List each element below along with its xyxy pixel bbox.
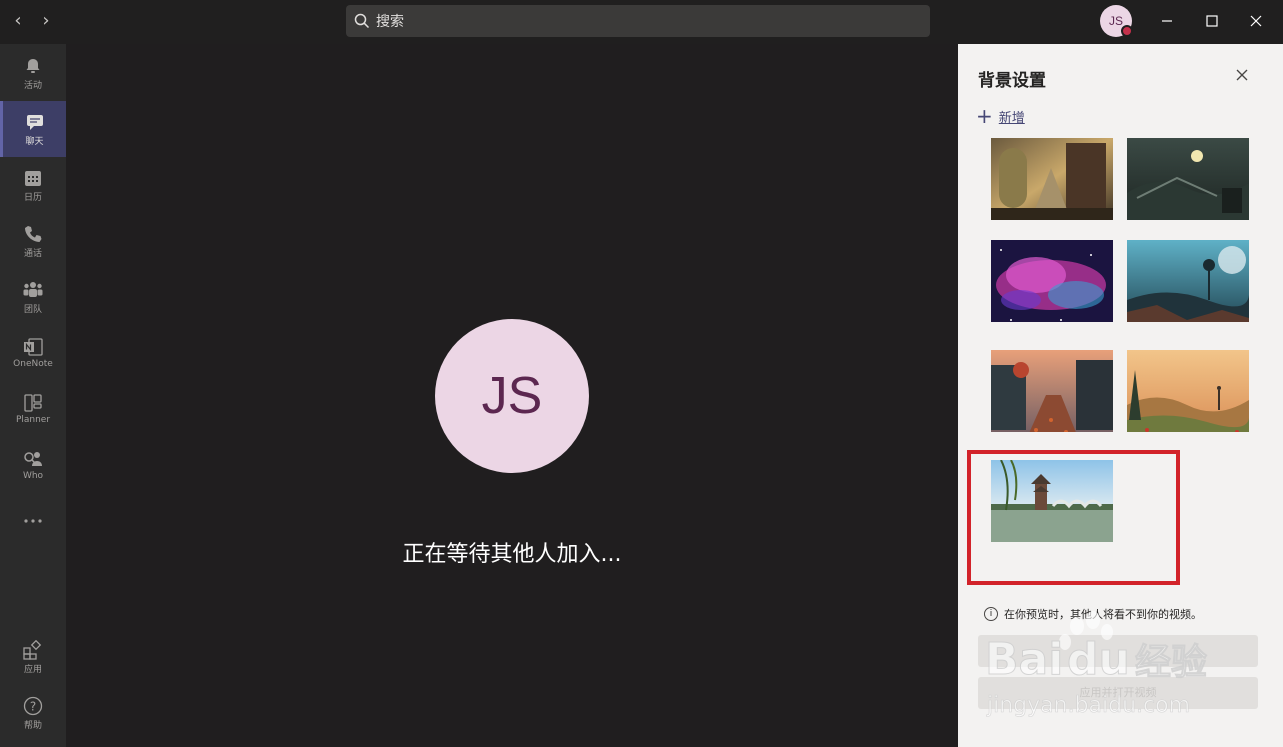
bell-icon bbox=[23, 56, 43, 76]
rail-label: 帮助 bbox=[23, 720, 42, 731]
rail-label: 通话 bbox=[23, 248, 42, 259]
app-rail: 活动 聊天 日历 通话 团队 OneNote Planner Who 应用 ? … bbox=[0, 44, 66, 747]
minimize-icon[interactable] bbox=[1152, 8, 1182, 34]
svg-text:jingyan.baidu.com: jingyan.baidu.com bbox=[986, 693, 1190, 718]
title-bar: ‹ › 搜索 JS bbox=[0, 0, 1283, 44]
search-box[interactable]: 搜索 bbox=[346, 5, 930, 37]
search-icon bbox=[354, 13, 370, 29]
selected-background-highlight bbox=[967, 450, 1180, 585]
who-icon bbox=[23, 449, 43, 469]
status-busy-dot bbox=[1121, 25, 1133, 37]
background-thumb-alien-planet[interactable] bbox=[1127, 240, 1249, 322]
apps-icon bbox=[23, 639, 43, 660]
rail-label: 聊天 bbox=[25, 136, 44, 147]
forward-arrow-icon[interactable]: › bbox=[36, 10, 56, 32]
rail-label: OneNote bbox=[13, 359, 53, 369]
add-background-button[interactable]: + 新增 bbox=[976, 106, 1025, 126]
rail-label: 应用 bbox=[23, 664, 42, 675]
search-placeholder: 搜索 bbox=[376, 14, 404, 30]
rail-item-apps[interactable]: 应用 bbox=[0, 629, 66, 685]
phone-icon bbox=[23, 224, 43, 244]
rail-item-activity[interactable]: 活动 bbox=[0, 45, 66, 101]
svg-text:?: ? bbox=[30, 699, 36, 713]
rail-item-onenote[interactable]: OneNote bbox=[0, 325, 66, 381]
rail-item-help[interactable]: ? 帮助 bbox=[0, 685, 66, 741]
rail-item-who[interactable]: Who bbox=[0, 437, 66, 493]
background-thumb-sci-fi-landscape[interactable] bbox=[1127, 138, 1249, 220]
plus-icon: + bbox=[976, 104, 993, 128]
add-background-label: 新增 bbox=[998, 110, 1025, 126]
meeting-stage: JS 正在等待其他人加入... bbox=[66, 44, 958, 747]
rail-label: 日历 bbox=[23, 192, 42, 203]
baidu-watermark-logo: Bai du 经验 jingyan.baidu.com bbox=[985, 611, 1208, 718]
chat-icon bbox=[25, 112, 45, 132]
rail-label: Planner bbox=[15, 415, 51, 425]
rail-item-calls[interactable]: 通话 bbox=[0, 213, 66, 269]
planner-icon bbox=[23, 393, 43, 413]
rail-label: Who bbox=[22, 471, 44, 481]
background-thumb-autumn-street[interactable] bbox=[991, 350, 1113, 432]
rail-item-teams[interactable]: 团队 bbox=[0, 269, 66, 325]
close-icon[interactable] bbox=[1232, 66, 1252, 86]
onenote-icon bbox=[23, 337, 43, 357]
rail-item-chat[interactable]: 聊天 bbox=[0, 101, 66, 157]
close-window-icon[interactable] bbox=[1241, 8, 1271, 34]
svg-text:du: du bbox=[1067, 634, 1130, 685]
background-thumb-galaxy-nebula[interactable] bbox=[991, 240, 1113, 322]
participant-avatar: JS bbox=[435, 319, 589, 473]
rail-item-planner[interactable]: Planner bbox=[0, 381, 66, 437]
waiting-message: 正在等待其他人加入... bbox=[402, 542, 622, 567]
calendar-icon bbox=[23, 168, 43, 188]
svg-text:Bai: Bai bbox=[985, 634, 1063, 685]
maximize-icon[interactable] bbox=[1197, 8, 1227, 34]
back-arrow-icon[interactable]: ‹ bbox=[8, 10, 28, 32]
more-icon bbox=[23, 511, 43, 531]
background-thumb-orange-valley[interactable] bbox=[1127, 350, 1249, 432]
rail-item-calendar[interactable]: 日历 bbox=[0, 157, 66, 213]
rail-item-more[interactable] bbox=[0, 493, 66, 549]
help-icon: ? bbox=[23, 696, 43, 716]
background-thumb-fantasy-alley[interactable] bbox=[991, 138, 1113, 220]
panel-title: 背景设置 bbox=[978, 71, 1046, 91]
rail-label: 活动 bbox=[23, 80, 42, 91]
rail-label: 团队 bbox=[23, 304, 42, 315]
teams-icon bbox=[23, 280, 43, 300]
svg-text:经验: 经验 bbox=[1135, 642, 1207, 683]
